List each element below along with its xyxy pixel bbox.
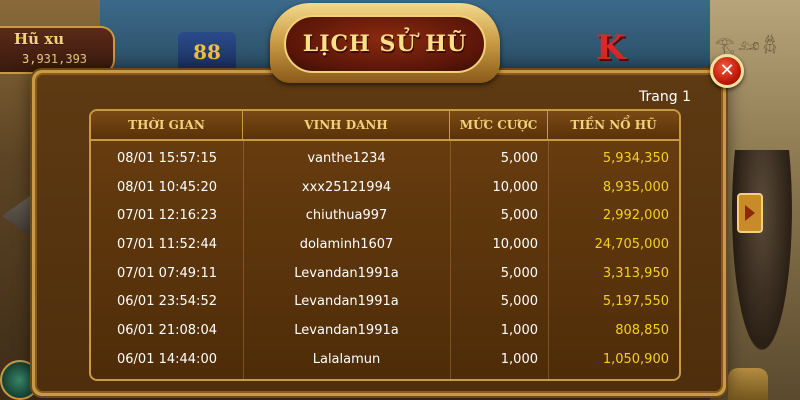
cell-time: 06/01 21:08:04 (117, 322, 217, 338)
cell-prize: 3,313,950 (602, 265, 669, 281)
cell-time: 07/01 12:16:23 (117, 208, 217, 224)
column-header-time: THỜI GIAN (91, 111, 243, 139)
cell-time: 06/01 23:54:52 (117, 294, 217, 310)
cell-bet: 5,000 (500, 265, 538, 281)
cell-prize: 1,050,900 (602, 351, 669, 367)
cell-user: Levandan1991a (294, 265, 399, 281)
close-button[interactable]: ✕ (710, 54, 744, 88)
reel-symbol-88: 88 (178, 32, 236, 72)
cell-user: Levandan1991a (294, 322, 399, 338)
table-row: 08/01 15:57:15 vanthe1234 5,000 5,934,35… (91, 144, 679, 173)
cell-bet: 5,000 (500, 208, 538, 224)
cell-user: dolaminh1607 (299, 236, 394, 252)
next-arrow-button[interactable] (737, 193, 763, 233)
anubis-statue (732, 150, 792, 350)
close-icon: ✕ (719, 60, 735, 81)
jackpot-history-modal: Trang 1 THỜI GIAN VINH DANH MỨC CƯỢC TIỀ… (32, 70, 726, 396)
reel-symbol-k: K (596, 28, 626, 68)
jackpot-title: Hũ xu (14, 30, 65, 48)
jackpot-value: 3,931,393 (22, 52, 88, 66)
page-label: Trang 1 (639, 89, 691, 105)
cell-time: 08/01 10:45:20 (117, 179, 217, 195)
cell-time: 07/01 07:49:11 (117, 265, 217, 281)
modal-title: LỊCH SỬ HŨ (302, 31, 468, 57)
cell-time: 06/01 14:44:00 (117, 351, 217, 367)
column-divider (243, 141, 244, 379)
cell-user: Lalalamun (312, 351, 381, 367)
title-plaque: LỊCH SỬ HŨ (256, 3, 514, 83)
column-divider (450, 141, 451, 379)
table-body: 08/01 15:57:15 vanthe1234 5,000 5,934,35… (91, 141, 679, 374)
cell-prize: 808,850 (615, 322, 669, 338)
column-divider (548, 141, 549, 379)
cell-bet: 5,000 (500, 294, 538, 310)
cell-prize: 8,935,000 (602, 179, 669, 195)
table-header: THỜI GIAN VINH DANH MỨC CƯỢC TIỀN NỔ HŨ (91, 111, 679, 141)
cell-bet: 1,000 (500, 322, 538, 338)
table-row: 06/01 14:44:00 Lalalamun 1,000 1,050,900 (91, 345, 679, 374)
cell-prize: 2,992,000 (602, 208, 669, 224)
title-badge: LỊCH SỬ HŨ (284, 15, 486, 73)
cell-bet: 10,000 (492, 179, 539, 195)
history-table: THỜI GIAN VINH DANH MỨC CƯỢC TIỀN NỔ HŨ … (89, 109, 681, 381)
cell-user: xxx25121994 (301, 179, 392, 195)
cell-user: Levandan1991a (294, 294, 399, 310)
column-header-bet: MỨC CƯỢC (450, 111, 548, 139)
column-header-prize: TIỀN NỔ HŨ (570, 118, 657, 132)
cell-bet: 5,000 (500, 150, 538, 166)
table-row: 07/01 12:16:23 chiuthua997 5,000 2,992,0… (91, 201, 679, 230)
cell-user: chiuthua997 (305, 208, 388, 224)
table-row: 07/01 07:49:11 Levandan1991a 5,000 3,313… (91, 259, 679, 288)
cell-bet: 1,000 (500, 351, 538, 367)
cell-time: 08/01 15:57:15 (117, 150, 217, 166)
table-row: 06/01 23:54:52 Levandan1991a 5,000 5,197… (91, 287, 679, 316)
column-header-winner: VINH DANH (243, 111, 450, 139)
table-row: 06/01 21:08:04 Levandan1991a 1,000 808,8… (91, 316, 679, 345)
table-row: 07/01 11:52:44 dolaminh1607 10,000 24,70… (91, 230, 679, 259)
cell-bet: 10,000 (492, 236, 539, 252)
cell-prize: 24,705,000 (594, 236, 669, 252)
cell-prize: 5,197,550 (602, 294, 669, 310)
modal-body: Trang 1 THỜI GIAN VINH DANH MỨC CƯỢC TIỀ… (35, 73, 723, 393)
ornament-icon (728, 368, 768, 400)
chevron-right-icon (745, 205, 755, 221)
cell-prize: 5,934,350 (602, 150, 669, 166)
table-row: 08/01 10:45:20 xxx25121994 10,000 8,935,… (91, 173, 679, 202)
cell-time: 07/01 11:52:44 (117, 236, 217, 252)
cell-user: vanthe1234 (307, 150, 386, 166)
